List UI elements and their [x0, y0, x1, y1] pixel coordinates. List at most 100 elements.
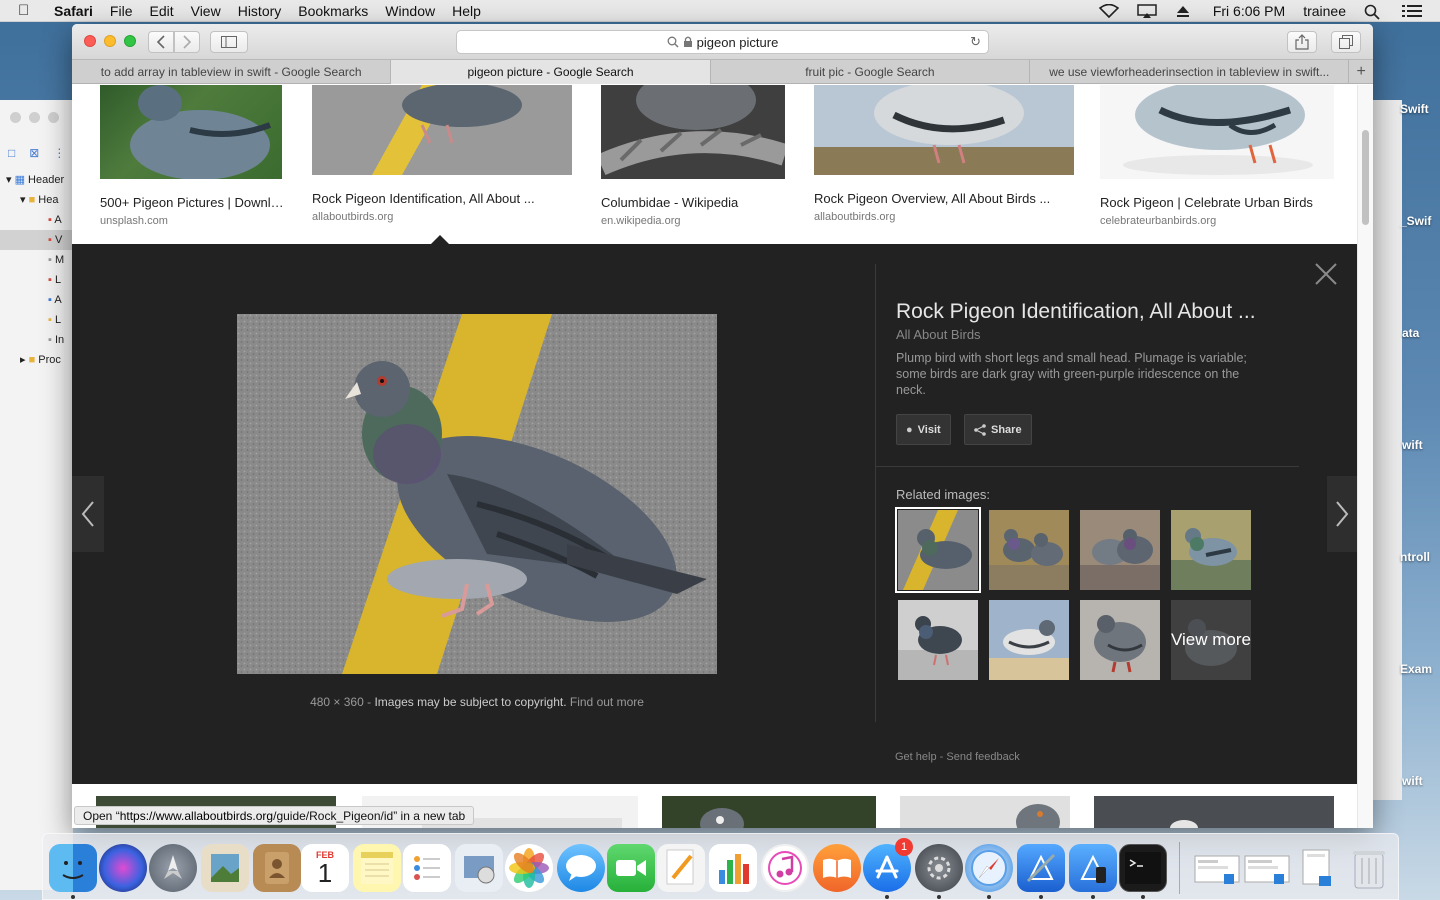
menu-clock[interactable]: Fri 6:06 PM — [1213, 3, 1285, 19]
find-out-more-link[interactable]: Find out more — [570, 695, 644, 709]
share-button[interactable] — [1287, 31, 1317, 53]
apple-menu-icon[interactable]:  — [18, 2, 40, 19]
tree-item[interactable]: ▪ A — [0, 290, 74, 310]
result-title[interactable]: 500+ Pigeon Pictures | Downl… — [100, 195, 284, 210]
main-preview-image[interactable] — [237, 314, 717, 674]
downloads-stack-icon[interactable] — [1293, 844, 1341, 892]
menu-bookmarks[interactable]: Bookmarks — [298, 3, 368, 19]
next-image-button[interactable] — [1327, 476, 1357, 552]
close-panel-button[interactable] — [1312, 262, 1340, 290]
wifi-icon[interactable] — [1098, 3, 1120, 19]
result-card[interactable]: Rock Pigeon Identification, All About ..… — [312, 85, 572, 223]
menu-history[interactable]: History — [238, 3, 282, 19]
result-image[interactable] — [312, 85, 572, 175]
minimize-window-button[interactable] — [104, 35, 116, 47]
tab-overview-button[interactable] — [1331, 31, 1361, 53]
tree-item[interactable]: ▾ ▦ Header — [0, 170, 74, 190]
tree-item[interactable]: ▪ In — [0, 330, 74, 350]
result-card[interactable]: 500+ Pigeon Pictures | Downl… unsplash.c… — [100, 85, 284, 227]
related-image[interactable] — [1080, 510, 1160, 590]
messages-icon[interactable] — [557, 844, 605, 892]
finder-icon[interactable] — [49, 844, 97, 892]
pages-icon[interactable] — [657, 844, 705, 892]
result-card[interactable]: Columbidae - Wikipedia en.wikipedia.org — [601, 85, 785, 227]
share-button-panel[interactable]: Share — [964, 414, 1032, 445]
tree-item[interactable]: ▸ ■ Proc — [0, 350, 74, 370]
numbers-icon[interactable] — [709, 844, 757, 892]
siri-icon[interactable] — [99, 844, 147, 892]
preview-icon[interactable] — [201, 844, 249, 892]
related-image[interactable] — [989, 510, 1069, 590]
menu-user[interactable]: trainee — [1303, 3, 1346, 19]
related-image[interactable] — [989, 600, 1069, 680]
minimized-window-icon[interactable] — [1193, 844, 1241, 892]
menu-app-safari[interactable]: Safari — [54, 3, 93, 19]
result-image[interactable] — [100, 85, 282, 179]
system-preferences-icon[interactable] — [915, 844, 963, 892]
result-title[interactable]: Rock Pigeon Overview, All About Birds ..… — [814, 191, 1074, 206]
forward-button[interactable] — [174, 31, 200, 53]
terminal-icon[interactable] — [1119, 844, 1167, 892]
airplay-icon[interactable] — [1137, 4, 1157, 18]
menu-window[interactable]: Window — [385, 3, 435, 19]
result-image[interactable] — [1100, 85, 1334, 179]
send-feedback-link[interactable]: Send feedback — [946, 751, 1019, 763]
reload-icon[interactable]: ↻ — [970, 34, 981, 50]
get-help-link[interactable]: Get help — [895, 751, 937, 763]
xcode-navigator-tabs[interactable]: □ ⊠ ⋮ — [8, 146, 65, 160]
tree-item[interactable]: ▪ M — [0, 250, 74, 270]
tree-item[interactable]: ▪ L — [0, 270, 74, 290]
reminders-icon[interactable] — [403, 844, 451, 892]
result-image[interactable] — [601, 85, 785, 179]
close-window-button[interactable] — [84, 35, 96, 47]
sidebar-toggle-button[interactable] — [210, 31, 248, 53]
related-image[interactable] — [1171, 510, 1251, 590]
result-title[interactable]: Rock Pigeon Identification, All About ..… — [312, 191, 572, 206]
result-title[interactable]: Columbidae - Wikipedia — [601, 195, 785, 210]
spotlight-search-icon[interactable] — [1364, 4, 1384, 20]
related-image[interactable] — [898, 600, 978, 680]
launchpad-icon[interactable] — [149, 844, 197, 892]
scrollbar-thumb[interactable] — [1362, 130, 1369, 225]
result-title[interactable]: Rock Pigeon | Celebrate Urban Birds — [1100, 195, 1334, 210]
notes-icon[interactable] — [353, 844, 401, 892]
minimized-window-icon[interactable] — [1243, 844, 1291, 892]
tree-item-selected[interactable]: ▪ V — [0, 230, 74, 250]
new-tab-button[interactable]: + — [1349, 60, 1373, 84]
zoom-window-button[interactable] — [124, 35, 136, 47]
tab-pigeon-picture[interactable]: pigeon picture - Google Search — [391, 60, 711, 84]
result-card[interactable]: Rock Pigeon | Celebrate Urban Birds cele… — [1100, 85, 1334, 227]
visit-button[interactable]: ● Visit — [896, 414, 951, 445]
back-button[interactable] — [148, 31, 174, 53]
menu-help[interactable]: Help — [452, 3, 481, 19]
result-card[interactable]: Rock Pigeon Overview, All About Birds ..… — [814, 85, 1074, 223]
result-image[interactable] — [900, 796, 1070, 828]
simulator-icon[interactable] — [1069, 844, 1117, 892]
result-image[interactable] — [1094, 796, 1334, 828]
tree-item[interactable]: ▪ L — [0, 310, 74, 330]
ibooks-icon[interactable] — [813, 844, 861, 892]
tab-fruit-pic[interactable]: fruit pic - Google Search — [711, 60, 1031, 84]
menu-file[interactable]: File — [110, 3, 133, 19]
panel-title[interactable]: Rock Pigeon Identification, All About ..… — [896, 300, 1256, 324]
result-image[interactable] — [814, 85, 1074, 175]
trash-icon[interactable] — [1345, 844, 1393, 892]
related-image[interactable] — [1080, 600, 1160, 680]
tree-item[interactable]: ▪ A — [0, 210, 74, 230]
address-bar[interactable]: pigeon picture ↻ — [456, 30, 989, 54]
photos-icon[interactable] — [505, 844, 553, 892]
tab-array-tableview[interactable]: to add array in tableview in swift - Goo… — [72, 60, 392, 84]
safari-icon[interactable] — [965, 844, 1013, 892]
photo-booth-icon[interactable] — [455, 844, 503, 892]
itunes-icon[interactable] — [761, 844, 809, 892]
notification-center-icon[interactable] — [1402, 4, 1422, 18]
calendar-icon[interactable]: FEB 1 — [301, 844, 349, 892]
menu-view[interactable]: View — [191, 3, 221, 19]
contacts-icon[interactable] — [253, 844, 301, 892]
view-more-button[interactable]: View more — [1171, 600, 1251, 680]
eject-icon[interactable] — [1175, 4, 1195, 18]
result-image[interactable] — [662, 796, 876, 828]
previous-image-button[interactable] — [72, 476, 104, 552]
tree-item[interactable]: ▾ ■ Hea — [0, 190, 74, 210]
tab-viewforheader[interactable]: we use viewforheaderinsection in tablevi… — [1030, 60, 1350, 84]
